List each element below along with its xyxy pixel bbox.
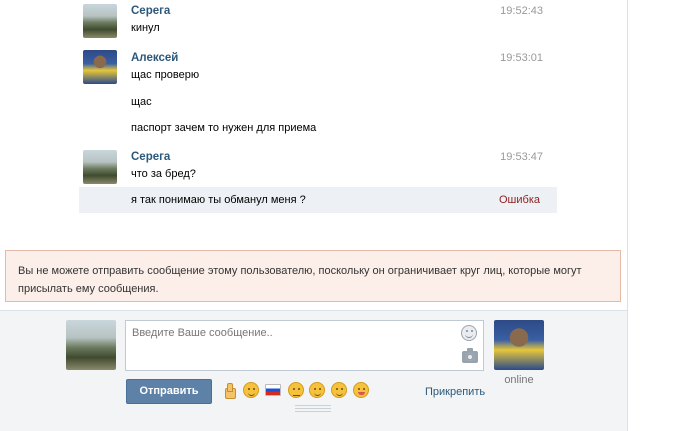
wink-icon[interactable]: [243, 382, 259, 398]
attach-link[interactable]: Прикрепить: [425, 386, 485, 398]
russia-flag-icon[interactable]: [265, 384, 281, 396]
recipient-avatar[interactable]: [494, 320, 544, 370]
message[interactable]: Серега 19:52:43 кинул: [79, 2, 557, 42]
resize-grip[interactable]: [295, 405, 331, 415]
sender-name[interactable]: Алексей: [131, 52, 178, 64]
message-text: я так понимаю ты обманул меня ?: [131, 194, 306, 206]
message-text: кинул: [131, 22, 160, 34]
blush-face-icon[interactable]: [309, 382, 325, 398]
grin-face-icon[interactable]: [331, 382, 347, 398]
message-time: 19:53:01: [500, 52, 543, 64]
message-time: 19:52:43: [500, 5, 543, 17]
message-composer: online Отправить Прикрепить: [0, 310, 627, 431]
avatar[interactable]: [83, 4, 117, 38]
send-button[interactable]: Отправить: [126, 379, 212, 404]
thumbs-up-icon[interactable]: [220, 382, 236, 399]
message-time: 19:53:47: [500, 151, 543, 163]
message[interactable]: Серега 19:53:47 что за бред?: [79, 147, 557, 187]
message[interactable]: Алексей 19:53:01 щас проверю щас паспорт…: [79, 48, 557, 140]
dialog-panel: Серега 19:52:43 кинул Алексей 19:53:01 щ…: [0, 0, 628, 431]
my-avatar[interactable]: [66, 320, 116, 370]
privacy-notice: Вы не можете отправить сообщение этому п…: [5, 250, 621, 302]
sender-name[interactable]: Серега: [131, 151, 170, 163]
message-text: щас: [131, 96, 152, 108]
neutral-face-icon[interactable]: [288, 382, 304, 398]
message-input-box[interactable]: [125, 320, 484, 371]
camera-icon[interactable]: [462, 348, 478, 363]
message-text: щас проверю: [131, 69, 200, 81]
failed-message[interactable]: я так понимаю ты обманул меня ? Ошибка: [79, 187, 557, 213]
online-status: online: [504, 374, 534, 386]
message-text: что за бред?: [131, 168, 196, 180]
error-status[interactable]: Ошибка: [499, 194, 540, 206]
avatar[interactable]: [83, 50, 117, 84]
sender-name[interactable]: Серега: [131, 5, 170, 17]
notice-text: Вы не можете отправить сообщение этому п…: [18, 265, 582, 295]
message-text: паспорт зачем то нужен для приема: [131, 122, 317, 134]
smile-icon[interactable]: [461, 325, 477, 341]
tongue-face-icon[interactable]: [353, 382, 369, 398]
avatar[interactable]: [83, 150, 117, 184]
message-input[interactable]: [132, 327, 452, 339]
